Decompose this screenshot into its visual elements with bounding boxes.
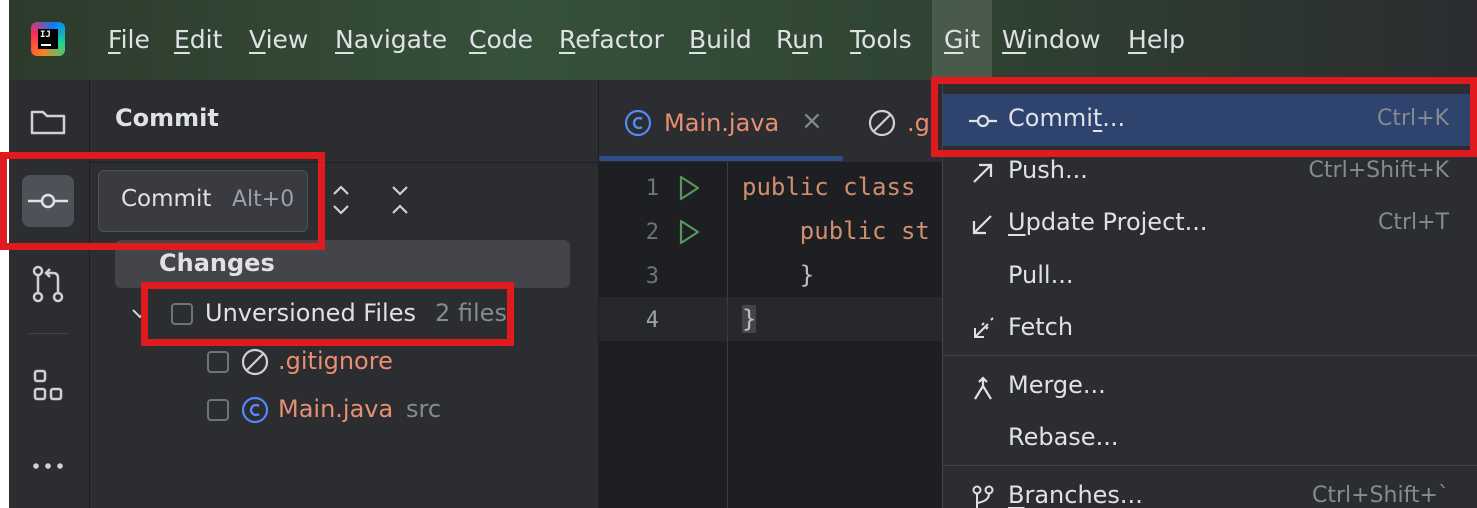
merge-icon [974, 376, 992, 400]
folder-icon[interactable] [22, 96, 74, 148]
highlight-commit-tool [0, 152, 325, 250]
line-number: 4 [645, 308, 659, 333]
main-menu-bar: IJ File Edit View Navigate Code Refactor… [9, 0, 1477, 80]
collapse-all-icon[interactable] [385, 180, 415, 220]
run-icon[interactable] [677, 218, 701, 246]
git-menu-merge[interactable]: Merge... [943, 361, 1477, 413]
line-number: 3 [645, 264, 659, 289]
menu-help[interactable]: Help [1128, 22, 1185, 58]
menu-navigate[interactable]: Navigate [335, 22, 447, 58]
strip-divider [29, 333, 69, 334]
file-checkbox[interactable] [207, 399, 229, 421]
tool-window-strip [9, 80, 90, 508]
git-menu-pull[interactable]: Pull... [943, 251, 1477, 303]
more-icon[interactable] [22, 440, 74, 492]
push-arrow-icon [973, 163, 993, 183]
line-number: 2 [645, 220, 659, 245]
menu-refactor[interactable]: Refactor [559, 22, 664, 58]
git-menu-update-project[interactable]: Update Project... Ctrl+T [943, 198, 1477, 250]
expand-all-icon[interactable] [326, 180, 356, 220]
highlight-commit-menu-item [931, 77, 1477, 157]
menu-code[interactable]: Code [469, 22, 533, 58]
menu-file[interactable]: File [108, 22, 150, 58]
java-class-icon [624, 109, 652, 137]
menu-run[interactable]: Run [776, 22, 824, 58]
git-menu-branches[interactable]: Branches... Ctrl+Shift+` [943, 471, 1477, 508]
run-icon[interactable] [677, 174, 701, 202]
java-class-icon [241, 396, 269, 424]
code-editor[interactable]: Main.java × .g 1 public class 2 public s… [599, 80, 943, 508]
ignored-file-icon [241, 348, 269, 376]
structure-icon[interactable] [22, 360, 74, 412]
file-checkbox[interactable] [207, 351, 229, 373]
menu-view[interactable]: View [249, 22, 308, 58]
menu-tools[interactable]: Tools [850, 22, 912, 58]
active-tab-indicator [599, 156, 843, 161]
menu-build[interactable]: Build [689, 22, 752, 58]
update-arrow-icon [972, 215, 992, 235]
close-tab-icon[interactable]: × [801, 106, 823, 136]
branch-icon [972, 485, 994, 508]
intellij-logo-icon[interactable]: IJ [31, 22, 65, 56]
menu-edit[interactable]: Edit [174, 22, 222, 58]
code-line: } [742, 261, 815, 289]
code-line: public class [742, 173, 916, 201]
fetch-icon [974, 317, 994, 338]
pull-requests-icon[interactable] [22, 258, 74, 310]
line-number: 1 [645, 176, 659, 201]
ignored-file-icon [868, 109, 896, 137]
panel-title: Commit [115, 104, 219, 132]
git-menu-rebase[interactable]: Rebase... [943, 413, 1477, 465]
menu-git[interactable]: Git [932, 0, 993, 80]
code-line: public st [742, 217, 930, 245]
editor-tabs: Main.java × .g [599, 80, 943, 163]
git-menu-fetch[interactable]: Fetch [943, 303, 1477, 355]
tab-main-java[interactable]: Main.java × [623, 106, 833, 140]
file-row-main-java[interactable]: Main.java src [205, 390, 505, 430]
highlight-unversioned-files [141, 282, 514, 346]
menu-window[interactable]: Window [1002, 22, 1101, 58]
code-line: } [742, 305, 757, 333]
file-row-gitignore[interactable]: .gitignore [205, 342, 505, 382]
